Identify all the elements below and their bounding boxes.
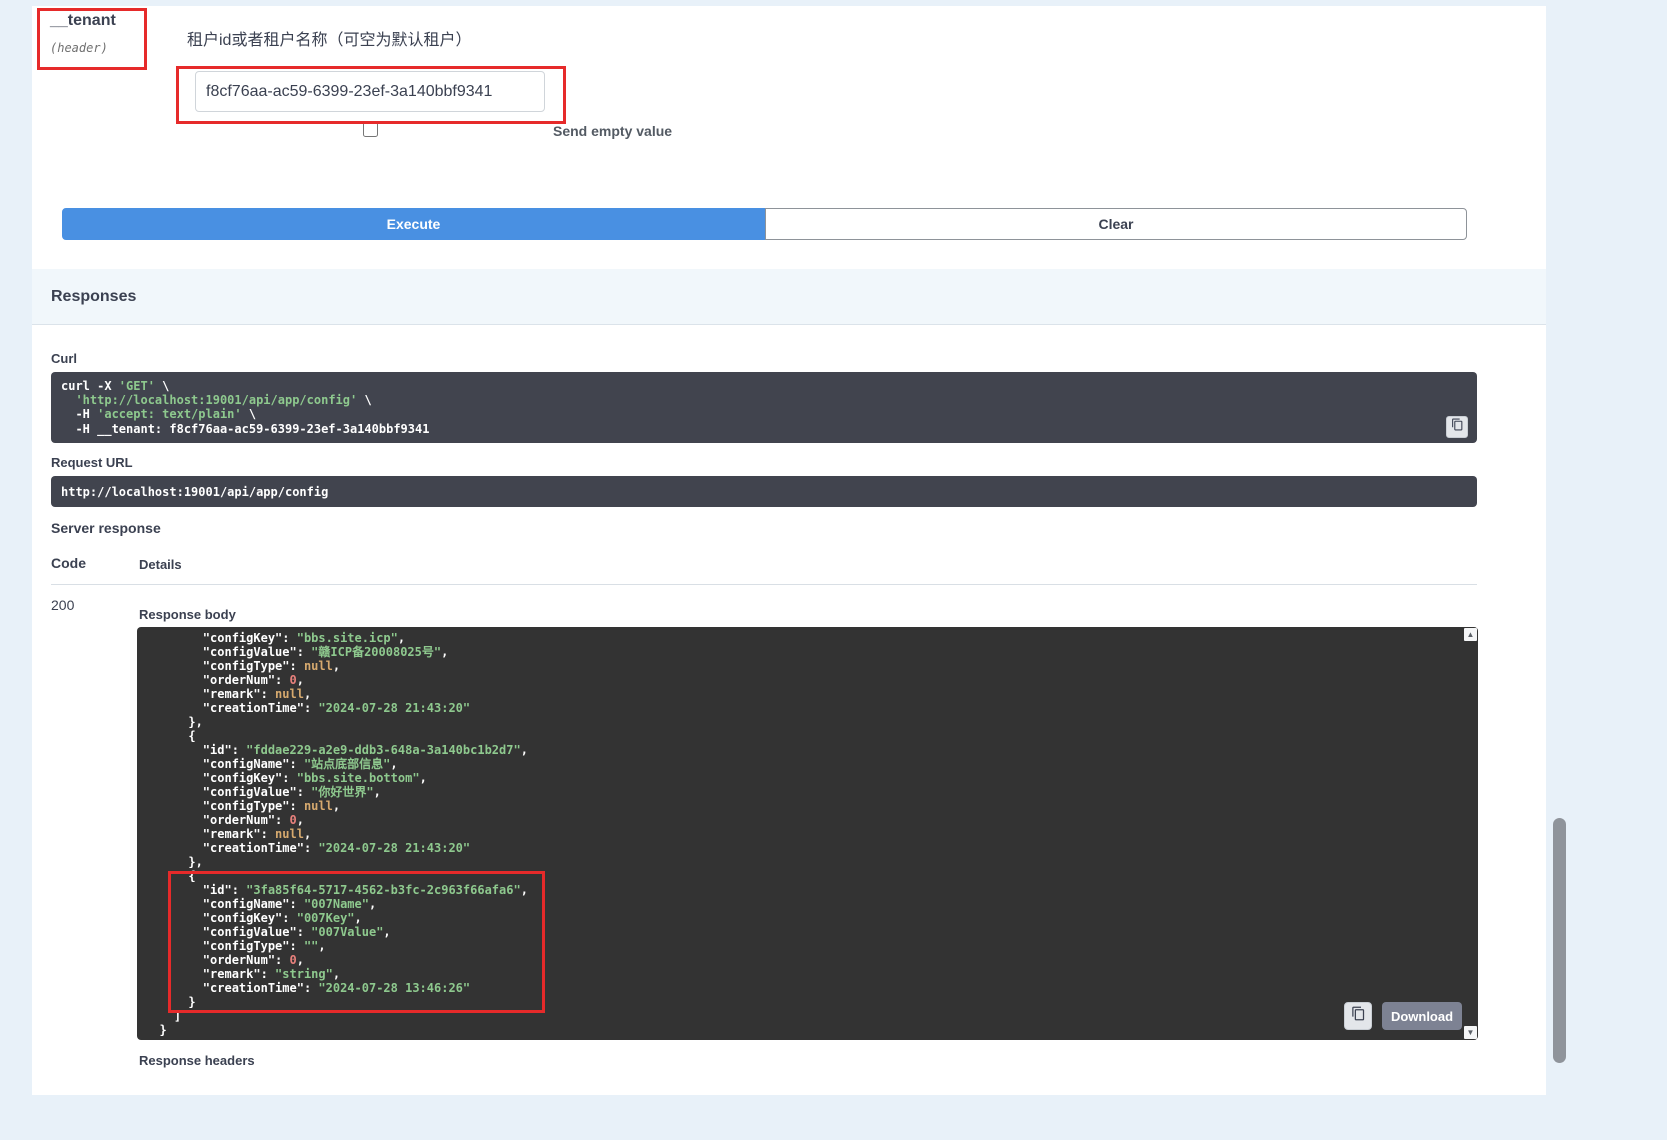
status-code: 200 <box>51 597 74 613</box>
request-url-label: Request URL <box>51 455 133 470</box>
parameter-location: (header) <box>50 41 108 55</box>
copy-curl-button[interactable] <box>1446 416 1468 438</box>
request-url-value: http://localhost:19001/api/app/config <box>61 485 328 499</box>
request-url-block: http://localhost:19001/api/app/config <box>51 476 1477 507</box>
copy-icon <box>1451 418 1464 436</box>
server-response-label: Server response <box>51 520 161 536</box>
code-column-header: Code <box>51 555 86 571</box>
curl-label: Curl <box>51 351 77 366</box>
swagger-ui-page: __tenant (header) 租户id或者租户名称（可空为默认租户） Se… <box>0 0 1667 1140</box>
details-column-header: Details <box>139 557 182 572</box>
download-button[interactable]: Download <box>1382 1002 1462 1030</box>
tenant-input[interactable] <box>195 71 545 112</box>
parameter-name: __tenant <box>50 12 116 30</box>
scroll-up-icon[interactable]: ▲ <box>1464 628 1477 641</box>
page-scrollbar-thumb[interactable] <box>1553 818 1566 1063</box>
clear-button[interactable]: Clear <box>765 208 1467 240</box>
send-empty-label: Send empty value <box>553 123 672 139</box>
response-body-block: "configKey": "bbs.site.icp", "configValu… <box>137 627 1478 1040</box>
response-body-label: Response body <box>139 607 236 622</box>
table-header-divider <box>51 584 1477 585</box>
scroll-down-icon[interactable]: ▼ <box>1464 1026 1477 1039</box>
responses-title: Responses <box>51 288 136 306</box>
execute-button[interactable]: Execute <box>62 208 765 240</box>
copy-icon <box>1351 1006 1366 1026</box>
copy-response-button[interactable] <box>1344 1002 1372 1030</box>
curl-command-block: curl -X 'GET' \ 'http://localhost:19001/… <box>51 372 1477 443</box>
response-headers-label: Response headers <box>139 1053 255 1068</box>
parameter-description: 租户id或者租户名称（可空为默认租户） <box>187 26 471 50</box>
send-empty-checkbox[interactable] <box>363 122 378 137</box>
responses-section-header <box>32 269 1546 325</box>
